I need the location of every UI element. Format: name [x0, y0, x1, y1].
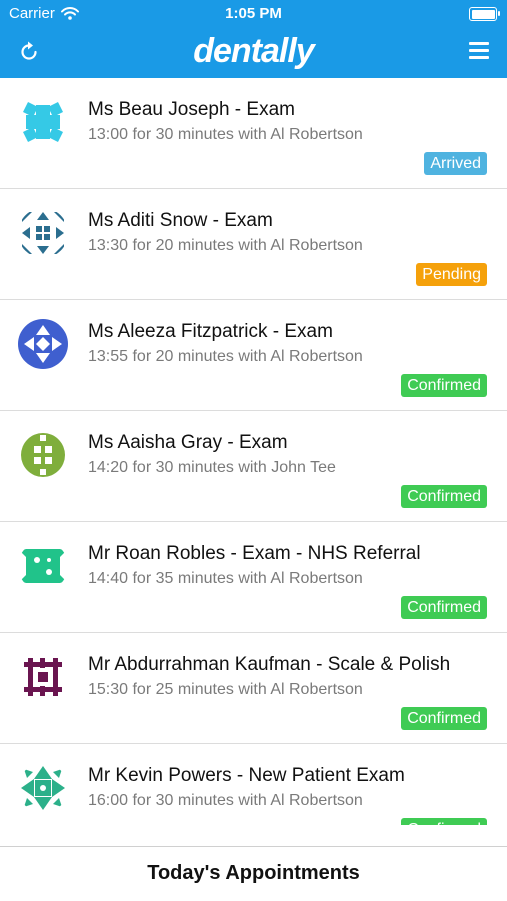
appointment-detail: 13:00 for 30 minutes with Al Robertson: [88, 126, 363, 143]
appointment-row[interactable]: Mr Roan Robles - Exam - NHS Referral 14:4…: [0, 522, 507, 633]
appointment-row[interactable]: Ms Aaisha Gray - Exam 14:20 for 30 minute…: [0, 411, 507, 522]
appointment-title: Ms Aaisha Gray - Exam: [88, 432, 288, 453]
app-logo: dentally: [193, 32, 314, 70]
appointment-detail: 14:40 for 35 minutes with Al Robertson: [88, 570, 363, 587]
appointment-title: Ms Beau Joseph - Exam: [88, 99, 295, 120]
patient-avatar: [18, 208, 68, 258]
patient-avatar: [18, 97, 68, 147]
appointment-detail: 13:55 for 20 minutes with Al Robertson: [88, 348, 363, 365]
appointment-row[interactable]: Mr Abdurrahman Kaufman - Scale & Polish 1…: [0, 633, 507, 744]
status-badge: Confirmed: [401, 596, 487, 619]
bottom-bar: Today's Appointments: [0, 846, 507, 901]
battery-icon: [469, 7, 500, 21]
appointment-title: Mr Roan Robles - Exam - NHS Referral: [88, 543, 421, 564]
status-badge: Confirmed: [401, 374, 487, 397]
appointment-row[interactable]: Ms Beau Joseph - Exam 13:00 for 30 minute…: [0, 78, 507, 189]
appointment-detail: 13:30 for 20 minutes with Al Robertson: [88, 237, 363, 254]
appointment-row[interactable]: Ms Aditi Snow - Exam 13:30 for 20 minutes…: [0, 189, 507, 300]
appointment-row[interactable]: Ms Aleeza Fitzpatrick - Exam 13:55 for 20…: [0, 300, 507, 411]
bottom-bar-title: Today's Appointments: [147, 862, 360, 884]
patient-avatar: [18, 763, 68, 813]
appointment-title: Mr Abdurrahman Kaufman - Scale & Polish: [88, 654, 451, 675]
appointment-detail: 14:20 for 30 minutes with John Tee: [88, 459, 336, 476]
patient-avatar: [18, 319, 68, 369]
appointment-title: Ms Aleeza Fitzpatrick - Exam: [88, 321, 333, 342]
patient-avatar: [18, 430, 68, 480]
appointment-list: Ms Beau Joseph - Exam 13:00 for 30 minute…: [0, 78, 507, 825]
appointment-detail: 16:00 for 30 minutes with Al Robertson: [88, 792, 363, 809]
appointment-title: Ms Aditi Snow - Exam: [88, 210, 273, 231]
status-bar: Carrier 1:05 PM: [0, 0, 507, 28]
appointment-title: Mr Kevin Powers - New Patient Exam: [88, 765, 405, 786]
status-badge: Confirmed: [401, 818, 487, 825]
navigation-bar: Carrier 1:05 PM dentally: [0, 0, 507, 78]
status-badge: Confirmed: [401, 707, 487, 730]
appointment-detail: 15:30 for 25 minutes with Al Robertson: [88, 681, 363, 698]
patient-avatar: [18, 541, 68, 591]
status-badge: Pending: [416, 263, 487, 286]
clock: 1:05 PM: [225, 5, 282, 22]
appointment-row[interactable]: Mr Kevin Powers - New Patient Exam 16:00 …: [0, 744, 507, 825]
status-badge: Arrived: [424, 152, 487, 175]
hamburger-menu-icon[interactable]: [469, 42, 489, 60]
patient-avatar: [18, 652, 68, 702]
status-badge: Confirmed: [401, 485, 487, 508]
